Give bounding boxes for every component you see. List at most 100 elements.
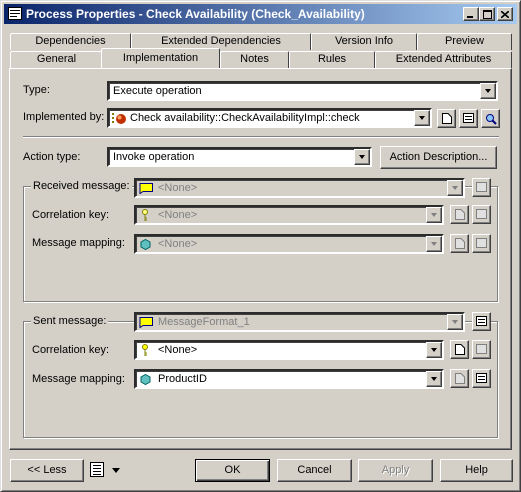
sent-message-value: MessageFormat_1: [158, 316, 250, 328]
tab-preview[interactable]: Preview: [417, 33, 512, 50]
apply-button[interactable]: Apply: [358, 459, 433, 482]
properties-icon: [8, 7, 22, 20]
properties-icon: [476, 344, 487, 354]
chevron-down-icon: [359, 155, 365, 159]
implemented-by-dropdown-button[interactable]: [414, 110, 430, 126]
implemented-by-value: Check availability::CheckAvailabilityImp…: [130, 112, 360, 124]
key-icon: [142, 209, 148, 221]
sent-message-dropdown-button[interactable]: [447, 314, 463, 330]
new-document-icon: [455, 344, 465, 355]
message-icon: [139, 183, 153, 194]
properties-icon: [476, 316, 487, 326]
chevron-down-icon: [431, 377, 437, 381]
action-description-button[interactable]: Action Description...: [380, 146, 497, 169]
window-title: Process Properties - Check Availability …: [26, 7, 365, 21]
sent-message-properties-button[interactable]: [472, 312, 491, 331]
chevron-down-icon: [419, 116, 425, 120]
received-mapping-label: Message mapping:: [32, 237, 125, 249]
action-type-dropdown-button[interactable]: [354, 149, 370, 165]
new-document-icon: [455, 209, 465, 220]
sent-message-label: Sent message:: [31, 315, 109, 327]
action-type-combo[interactable]: Invoke operation: [107, 147, 372, 167]
less-button[interactable]: << Less: [10, 459, 84, 482]
sent-mapping-properties-button[interactable]: [472, 369, 491, 388]
received-mapping-combo[interactable]: <None>: [134, 234, 444, 254]
received-correlation-value: <None>: [158, 209, 198, 221]
type-combo[interactable]: Execute operation: [107, 81, 498, 101]
chevron-down-icon: [431, 242, 437, 246]
sent-correlation-properties-button[interactable]: [472, 340, 491, 359]
operation-icon: [112, 113, 126, 124]
implemented-by-combo[interactable]: Check availability::CheckAvailabilityImp…: [107, 108, 432, 128]
sent-correlation-value: <None>: [158, 344, 198, 356]
tab-version-info[interactable]: Version Info: [311, 33, 417, 50]
sent-mapping-label: Message mapping:: [32, 373, 125, 385]
received-message-value: <None>: [158, 182, 198, 194]
properties-icon: [476, 373, 487, 383]
tab-rules[interactable]: Rules: [289, 51, 375, 68]
received-correlation-label: Correlation key:: [32, 209, 110, 221]
sent-message-combo[interactable]: MessageFormat_1: [134, 312, 465, 332]
minimize-icon: [467, 15, 473, 18]
help-button[interactable]: Help: [440, 459, 513, 482]
received-mapping-dropdown-button[interactable]: [426, 236, 442, 252]
tab-implementation[interactable]: Implementation: [101, 48, 220, 68]
message-icon: [139, 317, 153, 328]
properties-button[interactable]: [459, 109, 478, 128]
sent-correlation-dropdown-button[interactable]: [426, 342, 442, 358]
received-mapping-properties-button[interactable]: [472, 234, 491, 253]
sent-mapping-create-button[interactable]: [450, 369, 469, 388]
chevron-down-icon[interactable]: [112, 468, 120, 473]
create-button[interactable]: [437, 109, 456, 128]
ok-button[interactable]: OK: [195, 459, 270, 482]
list-icon: [90, 462, 104, 477]
type-label: Type:: [23, 84, 50, 96]
sent-mapping-value: ProductID: [158, 373, 207, 385]
sent-mapping-dropdown-button[interactable]: [426, 371, 442, 387]
close-button[interactable]: [497, 7, 513, 21]
maximize-icon: [482, 9, 492, 19]
type-dropdown-button[interactable]: [480, 83, 496, 99]
tab-general[interactable]: General: [10, 51, 103, 68]
cube-icon: [140, 374, 151, 385]
properties-icon: [476, 238, 487, 248]
minimize-button[interactable]: [463, 7, 479, 21]
cancel-button[interactable]: Cancel: [277, 459, 352, 482]
find-button[interactable]: [481, 109, 500, 128]
sent-correlation-create-button[interactable]: [450, 340, 469, 359]
received-mapping-create-button[interactable]: [450, 234, 469, 253]
received-correlation-create-button[interactable]: [450, 205, 469, 224]
type-value: Execute operation: [113, 85, 202, 97]
chevron-down-icon: [452, 186, 458, 190]
tab-extended-attributes[interactable]: Extended Attributes: [375, 51, 512, 68]
received-correlation-dropdown-button[interactable]: [426, 207, 442, 223]
received-message-properties-button[interactable]: [472, 178, 491, 197]
maximize-button[interactable]: [479, 7, 495, 21]
received-mapping-value: <None>: [158, 238, 198, 250]
chevron-down-icon: [485, 89, 491, 93]
chevron-down-icon: [431, 348, 437, 352]
received-correlation-combo[interactable]: <None>: [134, 205, 444, 225]
new-document-icon: [442, 113, 452, 124]
received-correlation-properties-button[interactable]: [472, 205, 491, 224]
new-document-icon: [455, 238, 465, 249]
action-type-value: Invoke operation: [113, 151, 195, 163]
implemented-by-label: Implemented by:: [23, 111, 105, 123]
menu-list-button[interactable]: [90, 462, 106, 478]
sent-mapping-combo[interactable]: ProductID: [134, 369, 444, 389]
properties-icon: [476, 209, 487, 219]
received-message-dropdown-button[interactable]: [447, 180, 463, 196]
properties-icon: [476, 182, 487, 192]
action-type-label: Action type:: [23, 151, 81, 163]
separator: [23, 136, 499, 138]
sent-correlation-combo[interactable]: <None>: [134, 340, 444, 360]
key-icon: [142, 344, 148, 356]
sent-correlation-label: Correlation key:: [32, 344, 110, 356]
tab-notes[interactable]: Notes: [220, 51, 289, 68]
properties-icon: [463, 113, 474, 123]
title-bar[interactable]: Process Properties - Check Availability …: [4, 4, 517, 24]
close-icon: [501, 10, 509, 18]
received-message-combo[interactable]: <None>: [134, 178, 465, 198]
received-message-label: Received message:: [31, 180, 132, 192]
new-document-icon: [455, 373, 465, 384]
